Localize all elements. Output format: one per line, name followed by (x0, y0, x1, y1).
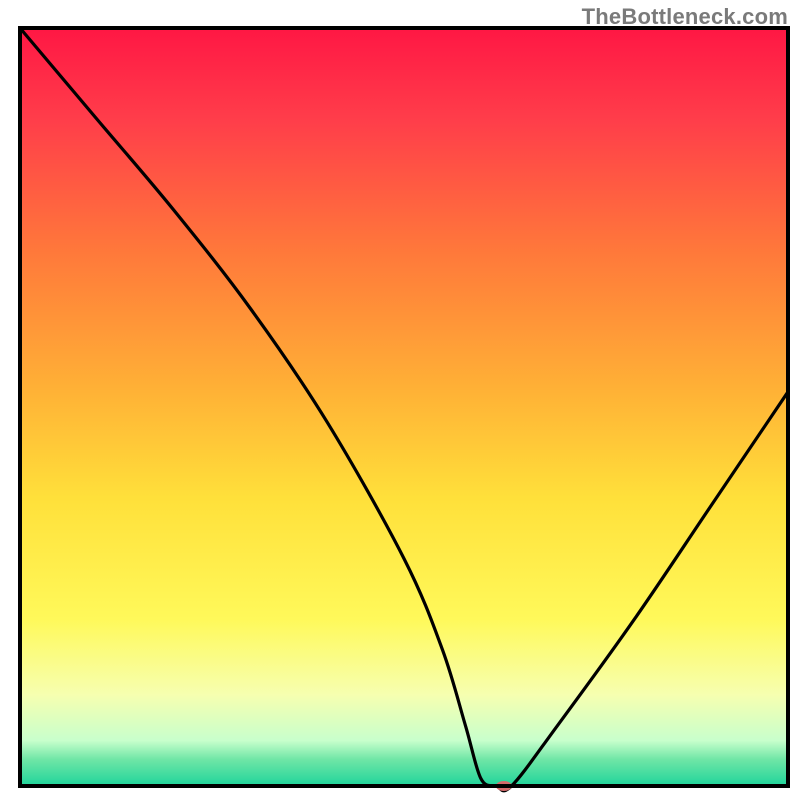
bottleneck-plot (0, 0, 800, 800)
watermark-text: TheBottleneck.com (582, 4, 788, 30)
chart-container: TheBottleneck.com (0, 0, 800, 800)
plot-background (20, 28, 788, 786)
